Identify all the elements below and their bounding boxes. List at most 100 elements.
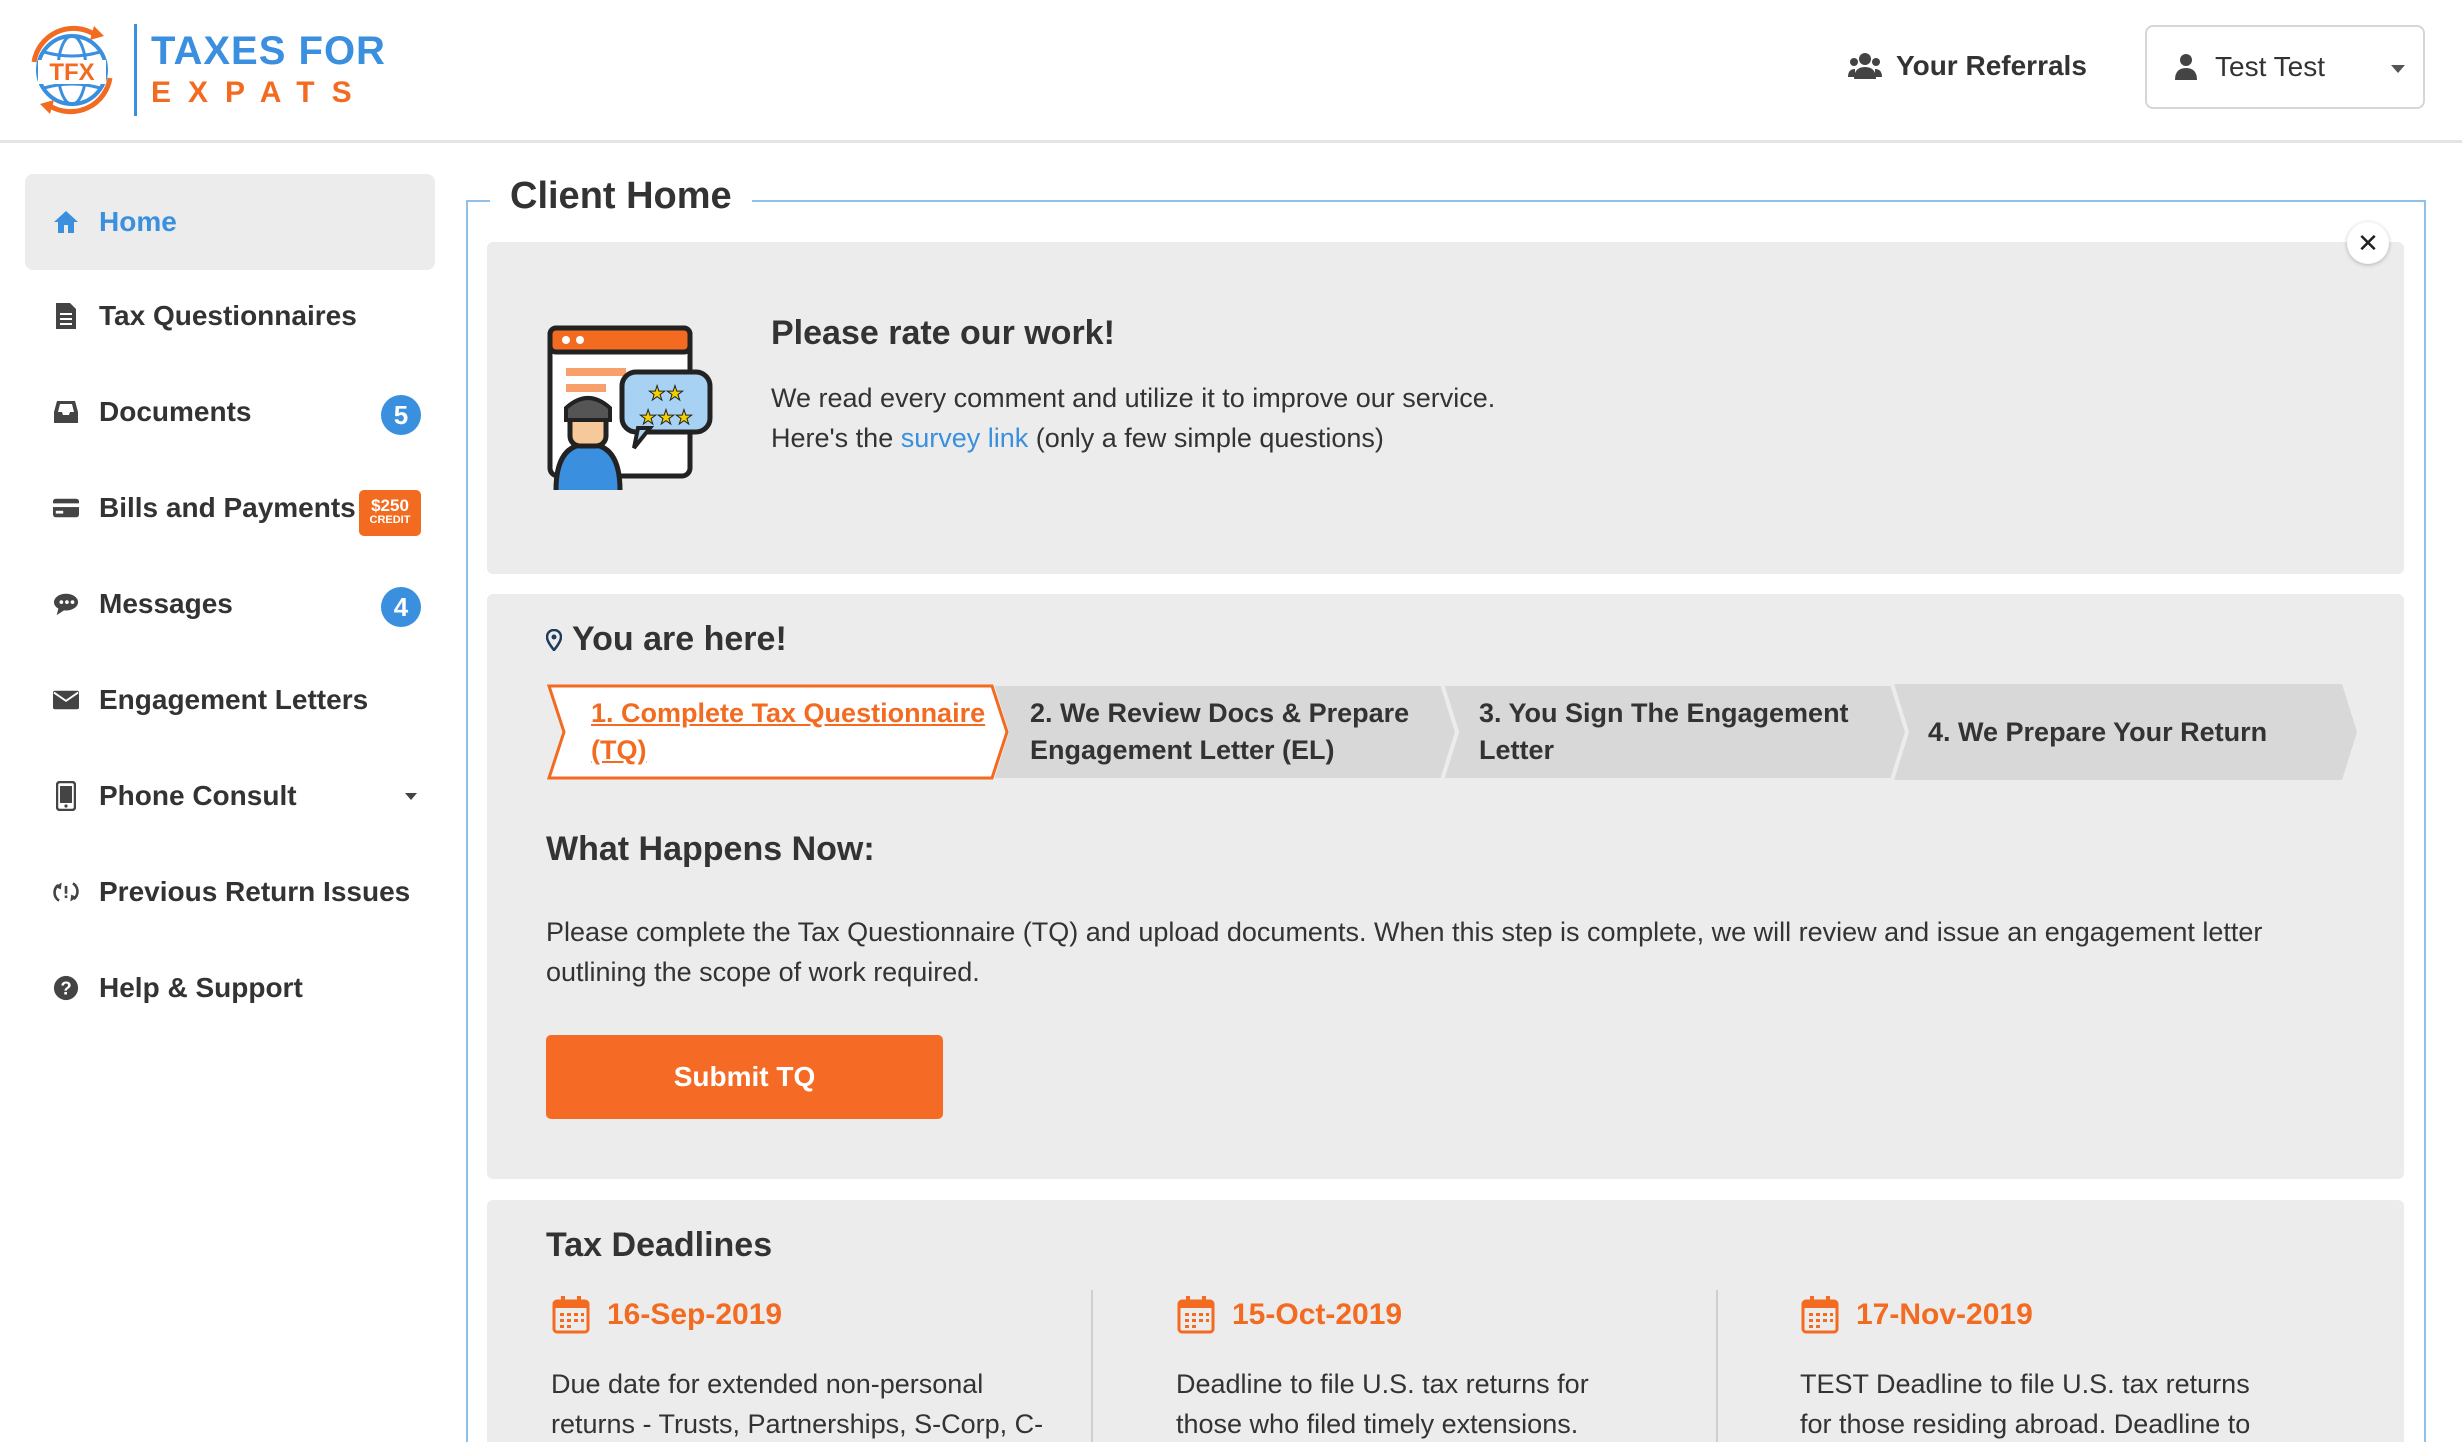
top-header: TFX TAXES FOR EXPATS Your Referrals Test… — [0, 0, 2462, 143]
step-2-review-docs: 2. We Review Docs & Prepare Engagement Le… — [1030, 684, 1430, 780]
rate-title: Please rate our work! — [771, 314, 1115, 352]
deadline-line-2: those who filed timely extensions. — [1176, 1409, 1579, 1439]
logo-wordmark: TAXES FOR EXPATS — [151, 28, 386, 112]
what-happens-line-1: Please complete the Tax Questionnaire (T… — [546, 917, 2263, 947]
step-2-line-1: 2. We Review Docs & Prepare — [1030, 698, 1410, 728]
deadline-line-1: TEST Deadline to file U.S. tax returns — [1800, 1369, 2250, 1399]
sidebar-item-documents[interactable]: Documents 5 — [25, 364, 435, 460]
documents-count-badge: 5 — [381, 395, 421, 435]
sidebar-item-label: Tax Questionnaires — [99, 300, 357, 331]
globe-logo-icon: TFX — [31, 25, 113, 115]
what-happens-now-text: Please complete the Tax Questionnaire (T… — [546, 912, 2326, 992]
user-icon — [2175, 54, 2197, 80]
close-icon[interactable]: ✕ — [2347, 222, 2389, 264]
deadline-line-2: returns - Trusts, Partnerships, S-Corp, … — [551, 1409, 1044, 1439]
page-title: Client Home — [490, 168, 752, 224]
credit-card-icon — [53, 494, 79, 522]
home-icon — [53, 208, 79, 236]
messages-count-badge: 4 — [381, 587, 421, 627]
svg-text:TFX: TFX — [49, 59, 94, 86]
step-1-complete-tq[interactable]: 1. Complete Tax Questionnaire (TQ) — [591, 684, 991, 780]
rate-line-2-suffix: (only a few simple questions) — [1028, 423, 1384, 453]
what-happens-now-heading: What Happens Now: — [546, 830, 875, 868]
calendar-icon — [552, 1296, 590, 1334]
taxes-for-expats-logo[interactable]: TFX TAXES FOR EXPATS — [24, 20, 386, 120]
you-are-here-heading: You are here! — [546, 620, 787, 659]
calendar-icon — [1177, 1296, 1215, 1334]
credit-label: CREDIT — [369, 514, 411, 526]
sidebar-item-help-and-support[interactable]: ? Help & Support — [25, 940, 435, 1036]
referrals-label: Your Referrals — [1896, 50, 2087, 81]
deadline-description: TEST Deadline to file U.S. tax returns f… — [1800, 1364, 2340, 1442]
survey-link[interactable]: survey link — [901, 423, 1029, 453]
sidebar-item-messages[interactable]: Messages 4 — [25, 556, 435, 652]
deadline-item: 16-Sep-2019 Due date for extended non-pe… — [551, 1292, 1091, 1442]
logo-line-1: TAXES FOR — [151, 29, 386, 73]
deadline-date: 16-Sep-2019 — [607, 1298, 783, 1331]
chevron-down-icon — [405, 793, 417, 800]
deadline-date: 15-Oct-2019 — [1232, 1298, 1403, 1331]
sidebar-item-bills-and-payments[interactable]: Bills and Payments $250 CREDIT — [25, 460, 435, 556]
sidebar-item-label: Home — [99, 206, 177, 237]
user-dropdown[interactable]: Test Test — [2145, 25, 2425, 109]
sidebar-item-phone-consult[interactable]: Phone Consult — [25, 748, 435, 844]
survey-rating-illustration: ★★ ★★★ — [547, 325, 713, 490]
deadline-description: Deadline to file U.S. tax returns for th… — [1176, 1364, 1716, 1442]
submit-tq-button[interactable]: Submit TQ — [546, 1035, 943, 1119]
question-circle-icon: ? — [53, 974, 79, 1002]
svg-text:★★★: ★★★ — [639, 407, 693, 429]
step-2-line-2: Engagement Letter (EL) — [1030, 735, 1335, 765]
step-3-line-2: Letter — [1479, 735, 1555, 765]
sidebar-item-home[interactable]: Home — [25, 174, 435, 270]
sidebar-item-label: Bills and Payments — [99, 492, 356, 523]
logo-divider — [134, 24, 137, 116]
sidebar-item-label: Previous Return Issues — [99, 876, 411, 907]
step-1-line-1: 1. Complete Tax Questionnaire — [591, 698, 986, 728]
deadline-divider — [1091, 1290, 1093, 1442]
svg-text:?: ? — [60, 978, 71, 999]
step-1-line-2: (TQ) — [591, 735, 647, 765]
sidebar-item-label: Documents — [99, 396, 252, 427]
step-4-line-1: 4. We Prepare Your Return — [1928, 716, 2268, 747]
sidebar-item-label: Messages — [99, 588, 233, 619]
chat-icon — [53, 590, 79, 618]
step-3-sign-engagement: 3. You Sign The Engagement Letter — [1479, 684, 1879, 780]
what-happens-line-2: outlining the scope of work required. — [546, 957, 980, 987]
deadline-line-1: Due date for extended non-personal — [551, 1369, 984, 1399]
mobile-phone-icon — [53, 781, 79, 811]
refresh-alert-icon — [53, 878, 79, 906]
chevron-down-icon — [2391, 65, 2405, 73]
deadline-date: 17-Nov-2019 — [1856, 1298, 2033, 1331]
deadline-item: 17-Nov-2019 TEST Deadline to file U.S. t… — [1800, 1292, 2340, 1442]
you-are-here-title: You are here! — [572, 620, 787, 658]
step-4-prepare-return: 4. We Prepare Your Return — [1928, 684, 2328, 780]
credit-badge: $250 CREDIT — [359, 490, 421, 536]
inbox-icon — [53, 398, 79, 426]
deadline-divider — [1716, 1290, 1718, 1442]
sidebar-item-tax-questionnaires[interactable]: Tax Questionnaires — [25, 268, 435, 364]
tax-deadlines-heading: Tax Deadlines — [546, 1226, 773, 1264]
rate-line-2: Here's the survey link (only a few simpl… — [771, 418, 1495, 458]
rate-line-2-prefix: Here's the — [771, 423, 901, 453]
step-3-line-1: 3. You Sign The Engagement — [1479, 698, 1849, 728]
credit-amount: $250 — [371, 496, 409, 515]
deadline-line-2: for those residing abroad. Deadline to — [1800, 1409, 2251, 1439]
sidebar-item-label: Help & Support — [99, 972, 303, 1003]
your-referrals-link[interactable]: Your Referrals — [1848, 46, 2087, 86]
map-marker-icon — [546, 628, 562, 651]
sidebar-item-engagement-letters[interactable]: Engagement Letters — [25, 652, 435, 748]
logo-line-2: EXPATS — [151, 76, 369, 109]
document-list-icon — [53, 302, 79, 330]
rate-line-1: We read every comment and utilize it to … — [771, 383, 1496, 413]
calendar-icon — [1801, 1296, 1839, 1334]
users-icon — [1848, 53, 1882, 79]
deadline-line-1: Deadline to file U.S. tax returns for — [1176, 1369, 1589, 1399]
sidebar-item-previous-return-issues[interactable]: Previous Return Issues — [25, 844, 435, 940]
envelope-icon — [53, 686, 79, 714]
deadline-item: 15-Oct-2019 Deadline to file U.S. tax re… — [1176, 1292, 1716, 1442]
sidebar-item-label: Phone Consult — [99, 780, 297, 811]
rate-description: We read every comment and utilize it to … — [771, 378, 1495, 458]
progress-stepper: 1. Complete Tax Questionnaire (TQ) 2. We … — [547, 684, 2357, 780]
user-name: Test Test — [2215, 51, 2325, 82]
deadline-description: Due date for extended non-personal retur… — [551, 1364, 1091, 1442]
